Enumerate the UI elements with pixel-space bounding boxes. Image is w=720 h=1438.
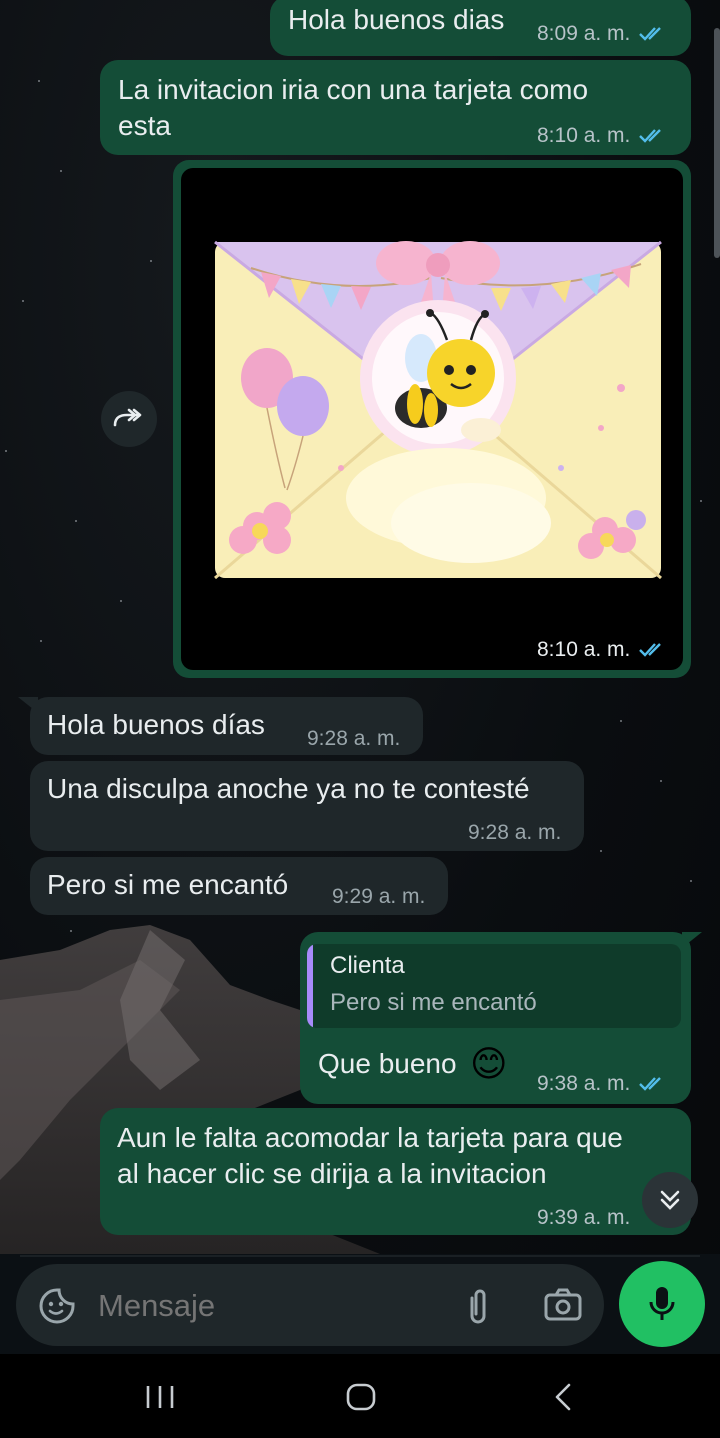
message-meta: 8:10 a. m.	[537, 124, 668, 148]
message-input[interactable]	[96, 1282, 440, 1330]
message-outgoing-image[interactable]: 8:10 a. m.	[173, 160, 691, 678]
message-meta: 8:09 a. m.	[537, 22, 668, 46]
message-time: 9:39 a. m.	[537, 1206, 631, 1229]
message-time: 9:38 a. m.	[537, 1072, 631, 1095]
invitation-card-image	[214, 240, 662, 580]
quote-accent-bar	[307, 944, 313, 1028]
message-text-line: al hacer clic se dirija a la invitacion	[117, 1158, 547, 1189]
message-text: Hola buenos dias	[288, 4, 505, 35]
message-incoming[interactable]: Pero si me encantó 9:29 a. m.	[30, 857, 448, 915]
quoted-message[interactable]: Clienta Pero si me encantó	[307, 944, 681, 1028]
message-time: 8:09 a. m.	[537, 22, 631, 45]
smile-emoji-icon: 😊	[470, 1043, 508, 1084]
message-outgoing[interactable]: Aun le falta acomodar la tarjeta para qu…	[100, 1108, 691, 1235]
read-ticks-icon	[639, 1077, 662, 1091]
sticker-icon[interactable]	[38, 1287, 76, 1325]
message-time: 8:10 a. m.	[537, 124, 631, 147]
message-incoming[interactable]: Hola buenos días 9:28 a. m.	[30, 697, 423, 755]
bubble-tail	[18, 697, 38, 713]
message-meta: 9:38 a. m.	[537, 1072, 668, 1096]
message-time: 8:10 a. m.	[537, 638, 631, 661]
read-ticks-icon	[639, 643, 662, 657]
mic-button[interactable]	[619, 1261, 705, 1347]
scrollbar[interactable]	[714, 28, 720, 258]
image-content[interactable]	[181, 168, 683, 670]
message-text-line: Aun le falta acomodar la tarjeta para qu…	[117, 1122, 623, 1153]
double-chevron-down-icon	[660, 1190, 680, 1210]
forward-icon	[113, 408, 142, 427]
message-outgoing[interactable]: La invitacion iria con una tarjeta como …	[100, 60, 691, 155]
message-time: 9:28 a. m.	[468, 821, 562, 844]
message-text: Que bueno	[318, 1048, 457, 1079]
mic-icon	[649, 1287, 675, 1320]
quote-author: Clienta	[330, 952, 405, 979]
message-text: Pero si me encantó	[47, 869, 289, 900]
message-composer[interactable]	[16, 1264, 604, 1346]
read-ticks-icon	[639, 129, 662, 143]
quote-text: Pero si me encantó	[330, 989, 537, 1016]
back-icon[interactable]	[552, 1382, 574, 1412]
message-meta: 8:10 a. m.	[537, 638, 668, 662]
paperclip-icon[interactable]	[462, 1286, 494, 1326]
message-text-line: La invitacion iria con una tarjeta como	[118, 74, 589, 105]
message-incoming[interactable]: Una disculpa anoche ya no te contesté 9:…	[30, 761, 584, 851]
forward-button[interactable]	[101, 391, 157, 447]
message-text-line: esta	[118, 110, 171, 141]
message-meta: 9:39 a. m.	[537, 1206, 630, 1230]
message-text: Una disculpa anoche ya no te contesté	[47, 773, 530, 804]
message-time: 9:28 a. m.	[307, 727, 401, 750]
message-text: Hola buenos días	[47, 709, 265, 740]
message-outgoing[interactable]: Hola buenos dias 8:09 a. m.	[270, 0, 691, 56]
system-navigation-bar	[0, 1354, 720, 1438]
camera-icon[interactable]	[543, 1286, 583, 1322]
read-ticks-icon	[639, 27, 662, 41]
home-icon[interactable]	[345, 1382, 377, 1412]
message-time: 9:29 a. m.	[332, 885, 426, 908]
scroll-to-bottom-button[interactable]	[642, 1172, 698, 1228]
recents-icon[interactable]	[145, 1384, 175, 1410]
